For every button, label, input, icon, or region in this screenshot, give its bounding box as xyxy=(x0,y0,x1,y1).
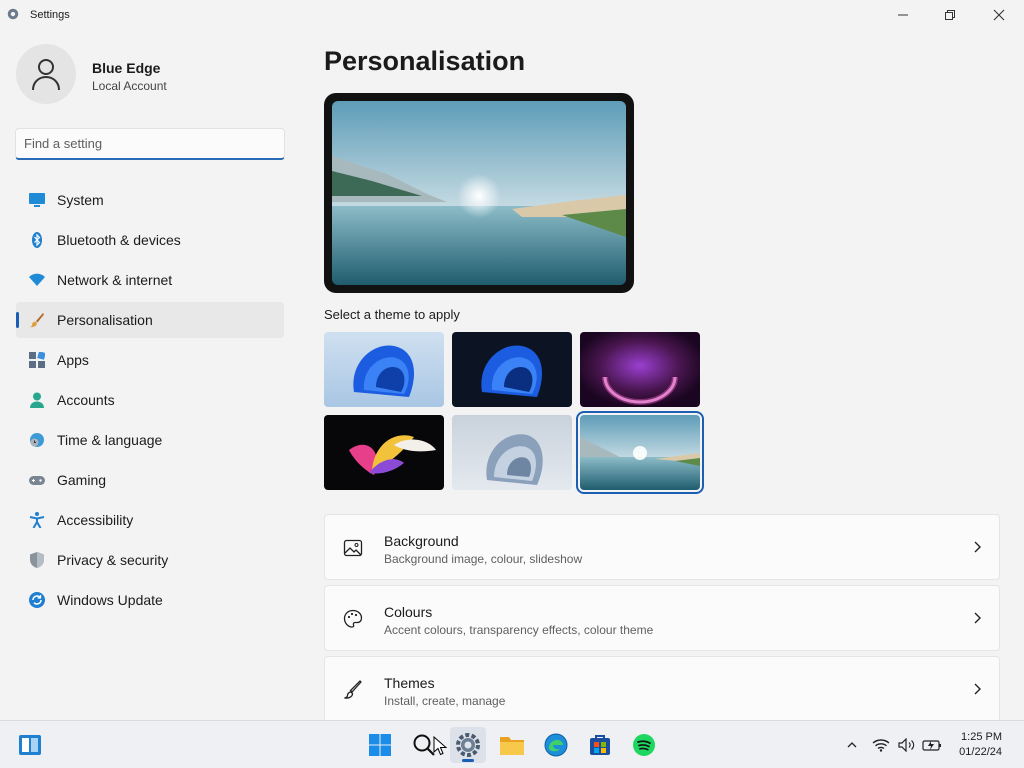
page-title: Personalisation xyxy=(324,46,526,76)
sidebar-item-time-language[interactable]: Time & language xyxy=(16,422,284,458)
avatar xyxy=(16,44,76,104)
shield-icon xyxy=(30,552,44,568)
wifi-icon xyxy=(29,273,45,286)
sidebar-item-label: System xyxy=(57,192,104,208)
sidebar-item-label: Personalisation xyxy=(57,312,153,328)
clock-time: 1:25 PM xyxy=(961,731,1002,743)
settings-gear-icon xyxy=(456,733,480,757)
sidebar-item-privacy[interactable]: Privacy & security xyxy=(16,542,284,578)
sidebar-item-system[interactable]: System xyxy=(16,182,284,218)
edge-icon xyxy=(544,733,568,757)
sidebar-item-accessibility[interactable]: Accessibility xyxy=(16,502,284,538)
sidebar-item-label: Apps xyxy=(57,352,89,368)
clock-date: 01/22/24 xyxy=(959,746,1002,758)
sidebar-item-label: Time & language xyxy=(57,432,163,448)
system-icon xyxy=(29,193,45,207)
account-type: Local Account xyxy=(92,79,167,93)
chevron-right-icon xyxy=(974,541,981,553)
system-tray xyxy=(846,721,942,768)
theme-tile-glow[interactable] xyxy=(580,332,700,407)
brush-icon xyxy=(30,313,44,328)
card-subtitle: Accent colours, transparency effects, co… xyxy=(384,623,654,637)
sidebar-item-label: Privacy & security xyxy=(57,552,169,568)
card-subtitle: Install, create, manage xyxy=(384,694,506,708)
search-input[interactable] xyxy=(15,128,285,160)
title-bar: Settings xyxy=(0,0,1024,30)
sidebar-item-label: Network & internet xyxy=(57,272,173,288)
mouse-cursor-icon xyxy=(433,736,447,756)
chevron-right-icon xyxy=(974,612,981,624)
window-title: Settings xyxy=(30,9,70,21)
sidebar-item-network[interactable]: Network & internet xyxy=(16,262,284,298)
store-button[interactable] xyxy=(582,727,618,763)
sidebar-item-accounts[interactable]: Accounts xyxy=(16,382,284,418)
gamepad-icon xyxy=(29,476,45,485)
themes-card[interactable]: Themes Install, create, manage xyxy=(324,656,1000,720)
theme-tile-flow[interactable] xyxy=(452,415,572,490)
wifi-tray-icon[interactable] xyxy=(872,738,890,752)
theme-caption: Select a theme to apply xyxy=(324,307,460,322)
sidebar-item-windows-update[interactable]: Windows Update xyxy=(16,582,284,618)
taskbar-clock[interactable]: 1:25 PM 01/22/24 xyxy=(959,730,1002,760)
desktop-preview-image xyxy=(332,101,626,285)
restore-icon xyxy=(945,10,955,20)
brush-icon xyxy=(344,680,362,699)
card-subtitle: Background image, colour, slideshow xyxy=(384,552,583,566)
store-icon xyxy=(590,735,610,755)
sidebar-item-gaming[interactable]: Gaming xyxy=(16,462,284,498)
chevron-right-icon xyxy=(974,683,981,695)
sidebar-item-label: Bluetooth & devices xyxy=(57,232,181,248)
apps-icon xyxy=(29,352,45,368)
start-button[interactable] xyxy=(362,727,398,763)
user-profile[interactable]: Blue Edge Local Account xyxy=(16,44,286,106)
volume-icon[interactable] xyxy=(898,738,916,752)
taskbar: 1:25 PM 01/22/24 xyxy=(0,720,1024,768)
windows-logo-icon xyxy=(369,734,391,756)
file-explorer-button[interactable] xyxy=(494,727,530,763)
sidebar-item-label: Accounts xyxy=(57,392,115,408)
user-icon xyxy=(32,59,60,91)
sidebar-item-label: Accessibility xyxy=(57,512,134,528)
theme-tile-sunrise[interactable] xyxy=(576,411,704,494)
edge-button[interactable] xyxy=(538,727,574,763)
person-icon xyxy=(30,392,44,408)
sidebar-item-bluetooth[interactable]: Bluetooth & devices xyxy=(16,222,284,258)
sidebar-item-label: Gaming xyxy=(57,472,107,488)
spotify-icon xyxy=(633,734,655,756)
user-name: Blue Edge xyxy=(92,60,161,76)
chevron-up-icon[interactable] xyxy=(846,739,858,751)
card-title: Background xyxy=(384,533,459,549)
spotify-button[interactable] xyxy=(626,727,662,763)
sidebar-item-personalisation[interactable]: Personalisation xyxy=(16,302,284,338)
update-icon xyxy=(29,592,45,608)
restore-button[interactable] xyxy=(927,0,973,30)
theme-tile-windows-dark[interactable] xyxy=(452,332,572,407)
close-icon xyxy=(993,9,1005,21)
globe-clock-icon xyxy=(30,433,44,447)
image-icon xyxy=(343,539,363,557)
folder-icon xyxy=(500,737,524,755)
minimize-button[interactable] xyxy=(880,0,926,30)
background-card[interactable]: Background Background image, colour, sli… xyxy=(324,514,1000,580)
battery-charging-icon[interactable] xyxy=(922,738,942,752)
theme-tile-captured-motion[interactable] xyxy=(324,415,444,490)
minimize-icon xyxy=(898,14,908,16)
sidebar-nav: System Bluetooth & devices Network & int… xyxy=(16,182,284,622)
colours-card[interactable]: Colours Accent colours, transparency eff… xyxy=(324,585,1000,651)
sidebar-item-apps[interactable]: Apps xyxy=(16,342,284,378)
settings-taskbar-button[interactable] xyxy=(450,727,486,763)
close-button[interactable] xyxy=(976,0,1022,30)
palette-icon xyxy=(343,609,363,628)
card-title: Colours xyxy=(384,604,433,620)
theme-preview xyxy=(324,93,634,293)
widgets-button[interactable] xyxy=(12,727,48,763)
settings-window: Settings Blue Edge Local Account System xyxy=(0,0,1024,720)
sidebar-item-label: Windows Update xyxy=(57,592,163,608)
accessibility-icon xyxy=(29,512,45,528)
settings-gear-icon xyxy=(7,8,19,20)
widgets-icon xyxy=(19,735,41,755)
bluetooth-icon xyxy=(32,232,42,248)
card-title: Themes xyxy=(384,675,435,691)
theme-tile-windows-light[interactable] xyxy=(324,332,444,407)
